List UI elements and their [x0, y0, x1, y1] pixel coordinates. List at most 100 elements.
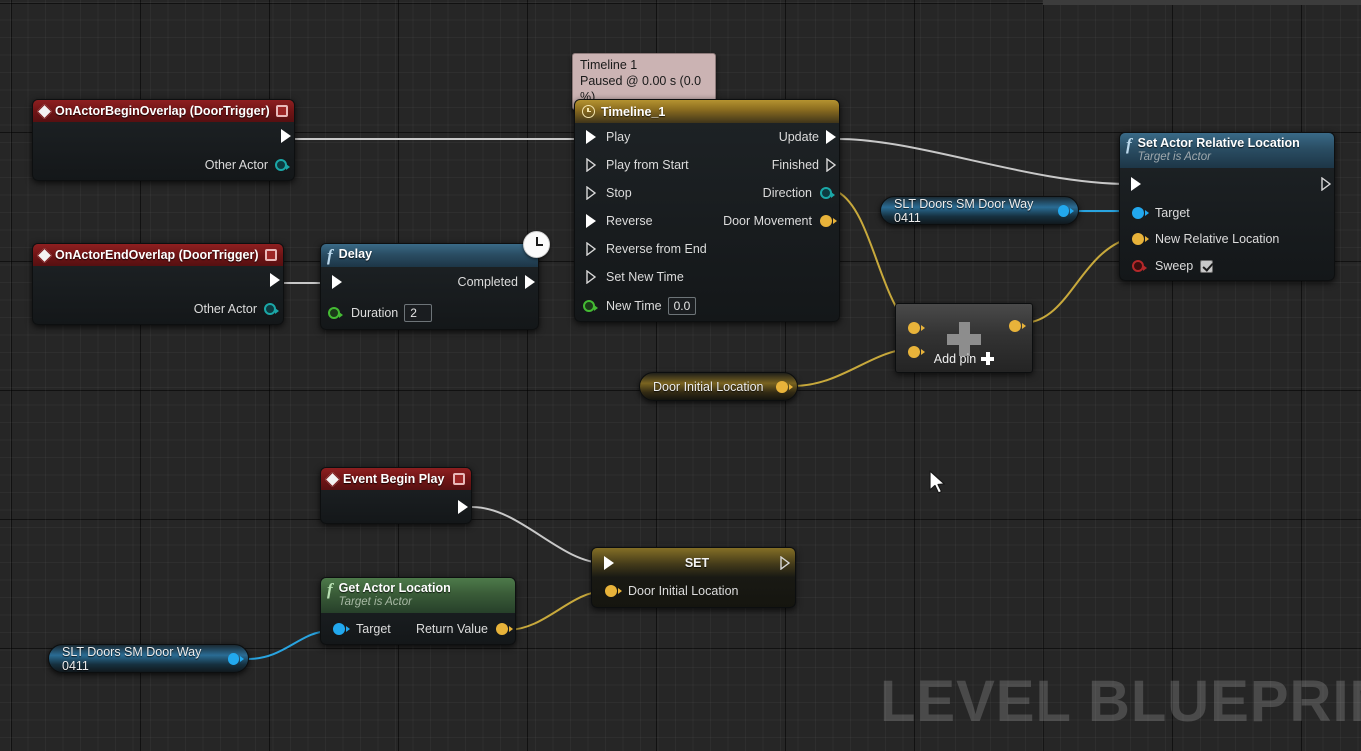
- pin-label-play-from-start: Play from Start: [606, 158, 689, 172]
- exec-out-completed-pin[interactable]: [525, 275, 535, 289]
- new-relative-location-in-pin[interactable]: [1132, 233, 1144, 245]
- pin-row-door-initial-location[interactable]: Door Initial Location: [592, 577, 795, 605]
- pin-row-new-time[interactable]: New Time 0.0: [575, 291, 839, 321]
- variable-out-pin[interactable]: [1058, 205, 1069, 217]
- node-vector-add[interactable]: Add pin: [895, 303, 1033, 373]
- pin-row-sweep[interactable]: Sweep: [1120, 252, 1334, 280]
- door-movement-out-pin[interactable]: [820, 215, 832, 227]
- exec-in-set-new-time-pin[interactable]: [586, 270, 596, 284]
- node-on-actor-begin-overlap[interactable]: OnActorBeginOverlap (DoorTrigger) Other …: [32, 99, 295, 181]
- exec-in-reverse-pin[interactable]: [586, 214, 596, 228]
- node-header: f Set Actor Relative Location Target is …: [1120, 133, 1334, 168]
- pin-row-play[interactable]: Play Update: [575, 123, 839, 151]
- direction-out-pin[interactable]: [820, 187, 832, 199]
- exec-out-pin[interactable]: [1321, 177, 1331, 191]
- pin-row-play-from-start[interactable]: Play from Start Finished: [575, 151, 839, 179]
- variable-name: SLT Doors SM Door Way 0411: [62, 645, 220, 673]
- node-get-actor-location[interactable]: f Get Actor Location Target is Actor Tar…: [320, 577, 516, 645]
- pin-label-target: Target: [356, 622, 391, 636]
- node-set-variable[interactable]: SET Door Initial Location: [591, 547, 796, 608]
- exec-out-pin[interactable]: [780, 556, 790, 570]
- pin-row-exec[interactable]: [1120, 168, 1334, 200]
- new-time-value-field[interactable]: 0.0: [668, 297, 697, 315]
- pin-label-reverse: Reverse: [606, 214, 653, 228]
- node-header: OnActorBeginOverlap (DoorTrigger): [33, 100, 294, 122]
- node-body: Other Actor: [33, 122, 294, 180]
- pin-row-new-relative-location[interactable]: New Relative Location: [1120, 226, 1334, 252]
- pin-row-other-actor[interactable]: Other Actor: [33, 294, 283, 324]
- pin-row-exec-out[interactable]: [33, 266, 283, 294]
- variable-node-door-initial-location[interactable]: Door Initial Location: [639, 372, 798, 401]
- pin-row-exec-out[interactable]: [321, 490, 471, 523]
- sweep-in-pin[interactable]: [1132, 260, 1144, 272]
- exec-out-pin[interactable]: [270, 273, 280, 287]
- node-event-begin-play[interactable]: Event Begin Play: [320, 467, 472, 524]
- node-body: Completed Duration 2: [321, 267, 538, 329]
- exec-in-stop-pin[interactable]: [586, 186, 596, 200]
- node-set-actor-relative-location[interactable]: f Set Actor Relative Location Target is …: [1119, 132, 1335, 281]
- node-title: Timeline_1: [601, 105, 665, 119]
- pin-label-return-value: Return Value: [416, 622, 488, 636]
- variable-out-pin[interactable]: [776, 381, 788, 393]
- pin-row-exec-out[interactable]: [33, 122, 294, 150]
- pin-row-other-actor[interactable]: Other Actor: [33, 150, 294, 180]
- exec-in-pin[interactable]: [332, 275, 342, 289]
- exec-in-reverse-from-end-pin[interactable]: [586, 242, 596, 256]
- exec-in-play-pin[interactable]: [586, 130, 596, 144]
- new-time-in-pin[interactable]: [583, 300, 595, 312]
- node-title: Get Actor Location: [339, 581, 451, 596]
- target-in-pin[interactable]: [1132, 207, 1144, 219]
- node-header: Timeline_1: [575, 100, 839, 123]
- duration-value-field[interactable]: 2: [404, 304, 432, 322]
- exec-out-pin[interactable]: [458, 500, 468, 514]
- pin-label-direction: Direction: [763, 186, 812, 200]
- other-actor-out-pin[interactable]: [275, 159, 287, 171]
- other-actor-out-pin[interactable]: [264, 303, 276, 315]
- pin-row-target-return[interactable]: Target Return Value: [321, 613, 515, 644]
- blueprint-graph-canvas[interactable]: LEVEL BLUEPRINT OnActorBeginOverlap (Doo…: [0, 0, 1361, 751]
- sweep-checkbox[interactable]: [1200, 260, 1213, 273]
- pin-row-duration[interactable]: Duration 2: [321, 297, 538, 329]
- node-header: Event Begin Play: [321, 468, 471, 490]
- exec-in-pin[interactable]: [1131, 177, 1141, 191]
- pin-label-stop: Stop: [606, 186, 632, 200]
- variable-node-slt-doors-bottom[interactable]: SLT Doors SM Door Way 0411: [48, 644, 249, 673]
- node-header: OnActorEndOverlap (DoorTrigger): [33, 244, 283, 266]
- pin-row-reverse[interactable]: Reverse Door Movement: [575, 207, 839, 235]
- exec-out-finished-pin[interactable]: [826, 158, 836, 172]
- add-output-pin[interactable]: [1009, 320, 1021, 332]
- variable-name: SLT Doors SM Door Way 0411: [894, 197, 1050, 225]
- duration-in-pin[interactable]: [328, 307, 340, 319]
- door-initial-location-in-pin[interactable]: [605, 585, 617, 597]
- event-diamond-icon: [37, 103, 53, 119]
- pin-row-target[interactable]: Target: [1120, 200, 1334, 226]
- variable-node-slt-doors-top[interactable]: SLT Doors SM Door Way 0411: [880, 196, 1079, 225]
- node-timeline[interactable]: Timeline_1 Play Update Play from Start F…: [574, 99, 840, 322]
- exec-out-pin[interactable]: [281, 129, 291, 143]
- pin-label-other-actor: Other Actor: [205, 158, 268, 172]
- return-value-out-pin[interactable]: [496, 623, 508, 635]
- event-delegate-icon: [276, 105, 288, 117]
- pin-label-duration: Duration: [351, 306, 398, 320]
- exec-out-update-pin[interactable]: [826, 130, 836, 144]
- pin-row-stop[interactable]: Stop Direction: [575, 179, 839, 207]
- pin-row-reverse-from-end[interactable]: Reverse from End: [575, 235, 839, 263]
- exec-in-play-from-start-pin[interactable]: [586, 158, 596, 172]
- set-node-label: SET: [614, 556, 780, 570]
- add-input-a-pin[interactable]: [908, 322, 920, 334]
- node-on-actor-end-overlap[interactable]: OnActorEndOverlap (DoorTrigger) Other Ac…: [32, 243, 284, 325]
- add-pin-plus-icon[interactable]: [981, 352, 994, 365]
- tooltip-line-1: Timeline 1: [580, 57, 708, 73]
- plus-operator-icon: [947, 322, 981, 356]
- node-title: Set Actor Relative Location: [1138, 136, 1300, 151]
- exec-in-pin[interactable]: [604, 556, 614, 570]
- node-title: Delay: [339, 247, 372, 262]
- pin-row-set-new-time[interactable]: Set New Time: [575, 263, 839, 291]
- pin-label-update: Update: [779, 130, 819, 144]
- add-pin-button[interactable]: Add pin: [896, 352, 1032, 366]
- pin-row-exec[interactable]: Completed: [321, 267, 538, 297]
- variable-out-pin[interactable]: [228, 653, 239, 665]
- node-delay[interactable]: f Delay Completed Duration 2: [320, 243, 539, 330]
- variable-name: Door Initial Location: [653, 380, 763, 394]
- target-in-pin[interactable]: [333, 623, 345, 635]
